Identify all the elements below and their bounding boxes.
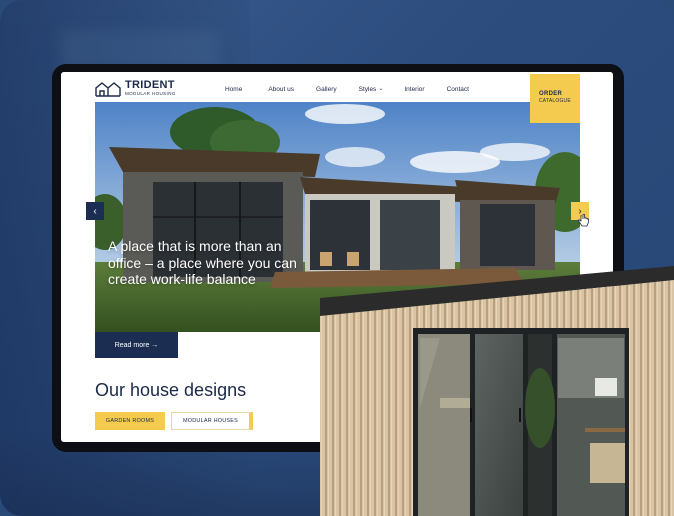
nav-interior[interactable]: Interior [404, 86, 424, 93]
read-more-button[interactable]: Read more → [95, 332, 178, 358]
logo-title: TRIDENT [125, 79, 175, 92]
hero-headline: A place that is more than an office – a … [108, 238, 297, 287]
house-logo-icon [95, 82, 121, 97]
section-title: Our house designs [95, 380, 247, 400]
main-menu: Home About us Gallery Styles ⌄ Interior … [225, 86, 469, 93]
nav-gallery[interactable]: Gallery [316, 86, 337, 93]
nav-about-us[interactable]: About us [268, 86, 294, 93]
order-subtitle: CATALOGUE [539, 98, 571, 104]
nav-styles-label: Styles [358, 86, 377, 93]
nav-contact[interactable]: Contact [447, 86, 469, 93]
chevron-left-icon: ‹ [93, 205, 97, 217]
slider-prev-button[interactable]: ‹ [86, 202, 104, 220]
site-logo[interactable]: TRIDENT MODULAR HOUSING [95, 80, 176, 97]
chevron-down-icon: ⌄ [378, 86, 384, 92]
order-title: ORDER [539, 91, 563, 97]
nav-home[interactable]: Home [225, 86, 242, 93]
tab-modular-houses[interactable]: MODULAR HOUSES [171, 412, 253, 430]
tab-garden-rooms[interactable]: GARDEN ROOMS [95, 412, 165, 430]
order-catalogue-button[interactable]: ORDER CATALOGUE [530, 74, 580, 123]
nav-styles[interactable]: Styles ⌄ [359, 86, 384, 93]
garden-room-photo [320, 258, 674, 516]
hand-pointer-icon [578, 214, 589, 227]
logo-subtitle: MODULAR HOUSING [125, 91, 176, 97]
garden-room-image [320, 266, 674, 516]
